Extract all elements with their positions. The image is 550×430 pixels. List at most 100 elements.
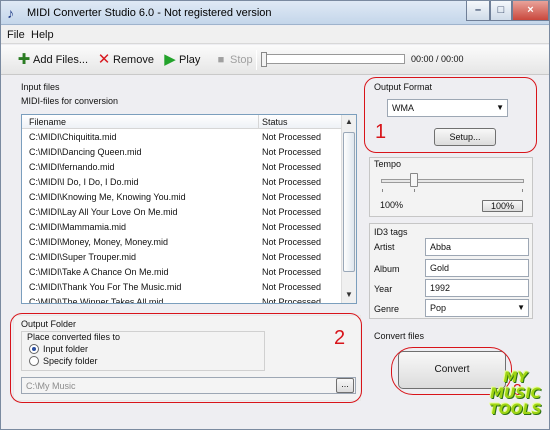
remove-label: Remove xyxy=(113,54,154,66)
convert-title: Convert files xyxy=(374,331,425,341)
album-value: Gold xyxy=(430,263,450,273)
year-value: 1992 xyxy=(430,283,451,293)
scroll-up-icon[interactable]: ▲ xyxy=(344,116,354,128)
table-row[interactable]: C:\MIDI\Money, Money, Money.mid Not Proce… xyxy=(22,235,342,250)
maximize-button[interactable]: □ xyxy=(490,1,512,21)
genre-value: Pop xyxy=(430,303,447,313)
table-row[interactable]: C:\MIDI\Dancing Queen.mid Not Processed xyxy=(22,145,342,160)
header-filename[interactable]: Filename xyxy=(29,117,66,127)
file-name-cell: C:\MIDI\Chiquitita.mid xyxy=(29,132,117,142)
play-icon: ▶ xyxy=(164,51,176,68)
file-status-cell: Not Processed xyxy=(262,177,322,187)
app-window: ♪ MIDI Converter Studio 6.0 - Not regist… xyxy=(0,0,550,430)
stop-icon: ■ xyxy=(217,54,225,66)
file-name-cell: C:\MIDI\Lay All Your Love On Me.mid xyxy=(29,207,178,217)
close-button[interactable]: × xyxy=(512,1,549,21)
input-files-title: Input files xyxy=(21,82,60,92)
table-row[interactable]: C:\MIDI\Super Trouper.mid Not Processed xyxy=(22,250,342,265)
file-status-cell: Not Processed xyxy=(262,252,322,262)
playback-time: 00:00 / 00:00 xyxy=(411,54,464,64)
title-bar[interactable]: ♪ MIDI Converter Studio 6.0 - Not regist… xyxy=(1,1,549,25)
file-status-cell: Not Processed xyxy=(262,267,322,277)
playback-position-slider[interactable] xyxy=(261,52,405,67)
album-field[interactable]: Gold xyxy=(425,259,529,277)
table-row[interactable]: C:\MIDI\Chiquitita.mid Not Processed xyxy=(22,130,342,145)
file-name-cell: C:\MIDI\Thank You For The Music.mid xyxy=(29,282,182,292)
year-label: Year xyxy=(374,284,393,294)
artist-field[interactable]: Abba xyxy=(425,238,529,256)
genre-select[interactable]: Pop ▼ xyxy=(425,299,529,317)
annotation-number-1: 1 xyxy=(375,121,387,143)
scroll-down-icon[interactable]: ▼ xyxy=(344,289,354,301)
input-files-list[interactable]: Filename Status C:\MIDI\Chiquitita.mid No… xyxy=(21,114,357,304)
tempo-slider-thumb[interactable] xyxy=(410,173,418,187)
file-status-cell: Not Processed xyxy=(262,192,322,202)
tempo-tick xyxy=(522,189,523,192)
file-name-cell: C:\MIDI\I Do, I Do, I Do.mid xyxy=(29,177,139,187)
file-status-cell: Not Processed xyxy=(262,282,322,292)
file-name-cell: C:\MIDI\Mammamia.mid xyxy=(29,222,127,232)
file-status-cell: Not Processed xyxy=(262,297,322,304)
add-file-icon: ✚ xyxy=(17,51,31,68)
tempo-value: 100% xyxy=(380,200,404,210)
file-status-cell: Not Processed xyxy=(262,147,322,157)
tempo-tick xyxy=(414,189,415,192)
remove-button[interactable]: ✕ Remove xyxy=(95,50,154,70)
file-list-scrollbar[interactable]: ▲ ▼ xyxy=(341,115,356,303)
genre-label: Genre xyxy=(374,304,400,314)
tempo-slider[interactable] xyxy=(381,179,524,183)
input-files-subtitle: MIDI-files for conversion xyxy=(21,96,119,106)
table-row[interactable]: C:\MIDI\Lay All Your Love On Me.mid Not P… xyxy=(22,205,342,220)
scrollbar-thumb[interactable] xyxy=(343,132,355,272)
file-status-cell: Not Processed xyxy=(262,237,322,247)
remove-icon: ✕ xyxy=(97,51,111,68)
table-row[interactable]: C:\MIDI\Take A Chance On Me.mid Not Proce… xyxy=(22,265,342,280)
file-name-cell: C:\MIDI\Money, Money, Money.mid xyxy=(29,237,169,247)
annotation-outline-2 xyxy=(10,313,362,403)
table-row[interactable]: C:\MIDI\The Winner Takes All.mid Not Proc… xyxy=(22,295,342,304)
file-status-cell: Not Processed xyxy=(262,132,322,142)
add-files-button[interactable]: ✚ Add Files... xyxy=(15,50,88,70)
header-divider xyxy=(258,115,259,129)
tempo-tick xyxy=(382,189,383,192)
table-row[interactable]: C:\MIDI\I Do, I Do, I Do.mid Not Processe… xyxy=(22,175,342,190)
play-button[interactable]: ▶ Play xyxy=(161,50,200,70)
playback-slider-thumb[interactable] xyxy=(261,52,267,67)
minimize-button[interactable]: – xyxy=(466,1,490,21)
file-status-cell: Not Processed xyxy=(262,207,322,217)
id3-tags-title: ID3 tags xyxy=(374,227,408,237)
chevron-down-icon: ▼ xyxy=(517,303,525,312)
stop-button[interactable]: ■ Stop xyxy=(212,50,253,70)
tempo-reset-button[interactable]: 100% xyxy=(482,200,523,212)
my-music-tools-logo: MY MUSIC TOOLS xyxy=(489,370,542,418)
file-name-cell: C:\MIDI\Knowing Me, Knowing You.mid xyxy=(29,192,186,202)
table-row[interactable]: C:\MIDI\Thank You For The Music.mid Not P… xyxy=(22,280,342,295)
list-header: Filename Status xyxy=(22,115,342,129)
annotation-outline-1 xyxy=(364,77,537,153)
table-row[interactable]: C:\MIDI\Mammamia.mid Not Processed xyxy=(22,220,342,235)
stop-label: Stop xyxy=(230,54,253,66)
toolbar-separator xyxy=(256,50,257,70)
year-field[interactable]: 1992 xyxy=(425,279,529,297)
file-status-cell: Not Processed xyxy=(262,162,322,172)
add-files-label: Add Files... xyxy=(33,54,89,66)
file-name-cell: C:\MIDI\fernando.mid xyxy=(29,162,115,172)
window-title: MIDI Converter Studio 6.0 - Not register… xyxy=(27,7,272,19)
menu-file[interactable]: File xyxy=(7,29,25,41)
file-name-cell: C:\MIDI\Dancing Queen.mid xyxy=(29,147,142,157)
menu-help[interactable]: Help xyxy=(31,29,54,41)
header-status[interactable]: Status xyxy=(262,117,288,127)
music-note-icon: ♪ xyxy=(7,5,14,21)
table-row[interactable]: C:\MIDI\Knowing Me, Knowing You.mid Not P… xyxy=(22,190,342,205)
toolbar: ✚ Add Files... ✕ Remove ▶ Play ■ Stop 00:00 … xyxy=(1,45,549,75)
annotation-number-2: 2 xyxy=(334,327,346,349)
play-label: Play xyxy=(179,54,201,66)
table-row[interactable]: C:\MIDI\fernando.mid Not Processed xyxy=(22,160,342,175)
file-name-cell: C:\MIDI\Take A Chance On Me.mid xyxy=(29,267,169,277)
artist-value: Abba xyxy=(430,242,452,252)
file-name-cell: C:\MIDI\The Winner Takes All.mid xyxy=(29,297,164,304)
album-label: Album xyxy=(374,264,400,274)
tempo-title: Tempo xyxy=(374,159,402,169)
file-status-cell: Not Processed xyxy=(262,222,322,232)
file-name-cell: C:\MIDI\Super Trouper.mid xyxy=(29,252,137,262)
